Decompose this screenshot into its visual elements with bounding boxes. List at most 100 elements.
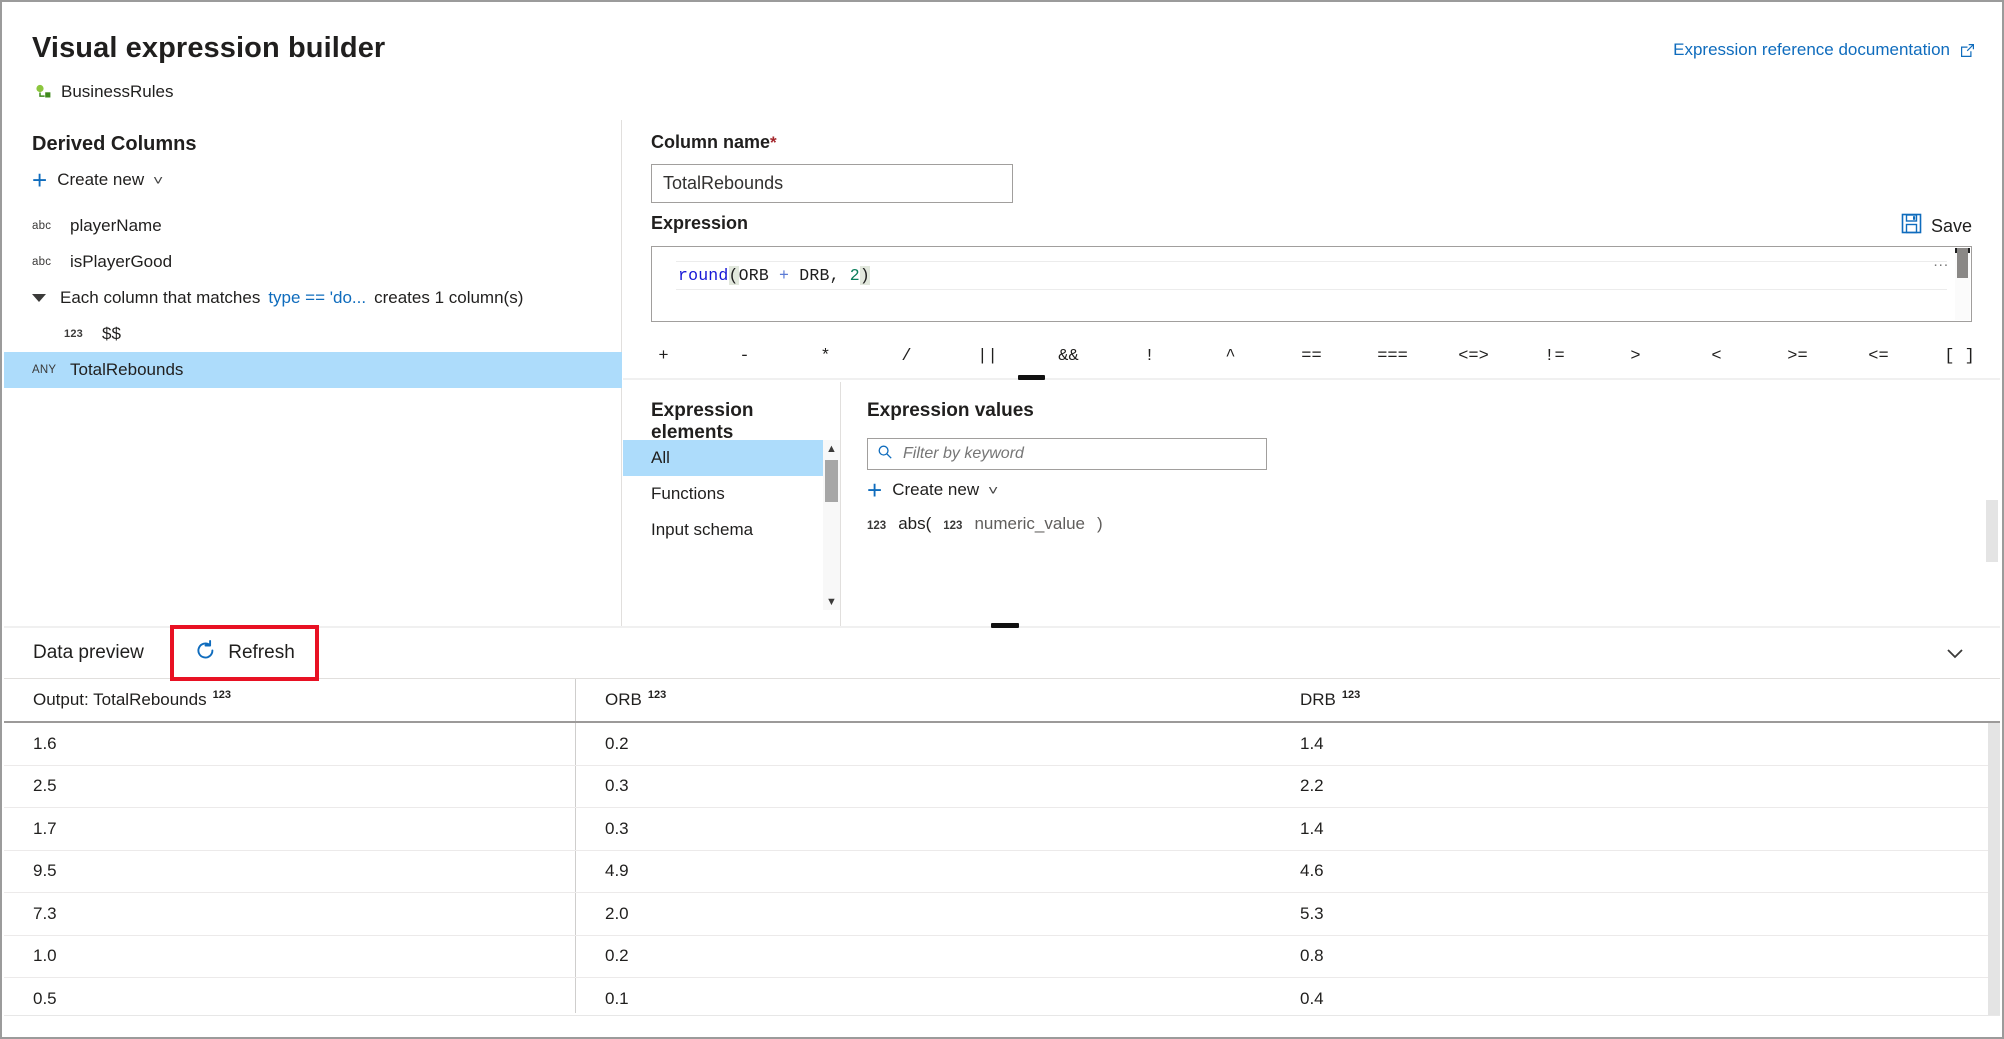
operator-not[interactable]: ! [1109, 347, 1190, 366]
scrollbar-thumb[interactable] [825, 460, 838, 502]
column-header-label: ORB [605, 690, 642, 710]
table-row[interactable]: 0.5 0.1 0.4 [4, 978, 2000, 1013]
page-title: Visual expression builder [32, 32, 385, 65]
filter-keyword-box[interactable] [867, 438, 1267, 470]
expression-element-input-schema[interactable]: Input schema [623, 512, 823, 548]
chevron-down-icon [1944, 647, 1966, 661]
editor-line-rule [676, 261, 1947, 262]
expression-value-abs[interactable]: 123 abs( 123 numeric_value ) [867, 514, 1103, 534]
element-label: Input schema [651, 520, 753, 540]
table-cell: 1.6 [4, 723, 576, 765]
data-preview-horizontal-scrollbar[interactable] [4, 1015, 2000, 1035]
expression-label: Expression [651, 213, 748, 234]
scrollbar-thumb[interactable] [1957, 248, 1968, 278]
column-item-playername[interactable]: abc playerName [4, 208, 622, 244]
derived-columns-heading: Derived Columns [32, 133, 196, 156]
doc-link-label: Expression reference documentation [1673, 40, 1950, 60]
operator-caret[interactable]: ^ [1190, 347, 1271, 366]
rule-suffix-label: creates 1 column(s) [374, 288, 523, 308]
plus-icon: + [867, 482, 882, 499]
save-button[interactable]: Save [1901, 213, 1972, 239]
column-name-label: playerName [70, 216, 162, 236]
table-cell: 0.8 [1271, 936, 2000, 978]
element-label: All [651, 448, 670, 468]
expression-element-functions[interactable]: Functions [623, 476, 823, 512]
operator-not-equals[interactable]: != [1514, 347, 1595, 366]
derived-columns-list: abc playerName abc isPlayerGood Each col… [4, 208, 622, 388]
column-header-orb[interactable]: ORB123 [576, 679, 1271, 721]
create-new-column-button[interactable]: + Create new ˅ [32, 170, 162, 190]
table-row[interactable]: 1.7 0.3 1.4 [4, 808, 2000, 851]
operator-less-than[interactable]: < [1676, 347, 1757, 366]
table-cell: 1.0 [4, 936, 576, 978]
expression-editor-scrollbar[interactable] [1955, 248, 1970, 320]
table-row[interactable]: 1.0 0.2 0.8 [4, 936, 2000, 979]
refresh-button[interactable]: Refresh [170, 625, 319, 681]
data-preview-title: Data preview [33, 642, 144, 664]
expression-values-scrollbar[interactable] [1986, 500, 1998, 562]
operator-toolbar: + - * / || && ! ^ == === <=> != > < >= <… [623, 334, 2000, 378]
value-close-paren: ) [1097, 514, 1103, 534]
data-preview-vertical-scrollbar[interactable] [1988, 723, 2000, 1023]
operator-strict-equals[interactable]: === [1352, 347, 1433, 366]
triangle-down-icon[interactable]: ▼ [823, 593, 840, 610]
column-item-totalrebounds[interactable]: ANY TotalRebounds [4, 352, 622, 388]
expression-elements-scrollbar[interactable]: ▲ ▼ [823, 440, 840, 610]
refresh-label: Refresh [228, 642, 295, 664]
operator-less-equal[interactable]: <= [1838, 347, 1919, 366]
save-disk-icon [1901, 213, 1922, 239]
column-name-label: TotalRebounds [70, 360, 183, 380]
expression-panel-resize-handle[interactable] [1018, 375, 1045, 380]
table-cell: 9.5 [4, 851, 576, 893]
operator-multiply[interactable]: * [785, 347, 866, 366]
operator-brackets[interactable]: [ ] [1919, 347, 2000, 366]
table-cell: 0.2 [576, 723, 1271, 765]
chevron-down-icon[interactable]: ˅ [988, 482, 998, 498]
create-new-value-button[interactable]: + Create new ˅ [867, 480, 997, 500]
column-item-dollar-dollar[interactable]: 123 $$ [4, 316, 622, 352]
operator-or[interactable]: || [947, 347, 1028, 366]
table-header-row: Output: TotalRebounds123 ORB123 DRB123 [4, 679, 2000, 723]
filter-keyword-input[interactable] [901, 444, 1231, 464]
table-row[interactable]: 7.3 2.0 5.3 [4, 893, 2000, 936]
table-row[interactable]: 9.5 4.9 4.6 [4, 851, 2000, 894]
table-cell: 0.2 [576, 936, 1271, 978]
operator-equals[interactable]: == [1271, 347, 1352, 366]
table-row[interactable]: 1.6 0.2 1.4 [4, 723, 2000, 766]
value-argument: numeric_value [974, 514, 1085, 534]
column-header-label: Output: TotalRebounds [33, 690, 207, 710]
stream-breadcrumb[interactable]: BusinessRules [35, 82, 173, 102]
editor-overflow-ellipsis: ... [1933, 253, 1949, 270]
column-pattern-rule-row[interactable]: Each column that matches type == 'do... … [4, 280, 622, 316]
table-cell: 2.2 [1271, 766, 2000, 808]
expression-reference-documentation-link[interactable]: Expression reference documentation [1673, 40, 1976, 60]
column-header-drb[interactable]: DRB123 [1271, 679, 2000, 721]
triangle-up-icon[interactable]: ▲ [823, 440, 840, 457]
rule-condition-label[interactable]: type == 'do... [268, 288, 366, 308]
operator-and[interactable]: && [1028, 347, 1109, 366]
operator-plus[interactable]: + [623, 347, 704, 366]
type-badge: ANY [32, 364, 70, 376]
create-new-label: Create new [892, 480, 979, 500]
code-token-open-paren: ( [729, 266, 739, 285]
operator-greater-than[interactable]: > [1595, 347, 1676, 366]
expression-elements-pane: Expression elements All Functions Input … [623, 382, 841, 626]
expression-element-all[interactable]: All [623, 440, 823, 476]
operator-greater-equal[interactable]: >= [1757, 347, 1838, 366]
table-cell: 2.0 [576, 893, 1271, 935]
column-item-isplayergood[interactable]: abc isPlayerGood [4, 244, 622, 280]
type-badge: 123 [867, 520, 886, 532]
chevron-down-icon[interactable]: ˅ [153, 172, 163, 188]
expression-values-pane: Expression values + Create new ˅ 123 abs… [842, 382, 2000, 626]
expression-elements-heading: Expression elements [651, 400, 840, 444]
triangle-down-icon[interactable] [32, 294, 46, 302]
column-name-input[interactable] [651, 164, 1013, 203]
operator-null-safe-equals[interactable]: <=> [1433, 347, 1514, 366]
plus-icon: + [32, 172, 47, 189]
data-preview-collapse-button[interactable] [1944, 647, 1966, 666]
operator-divide[interactable]: / [866, 347, 947, 366]
operator-minus[interactable]: - [704, 347, 785, 366]
expression-code-editor[interactable]: ... round(ORB + DRB, 2) [651, 246, 1972, 322]
table-row[interactable]: 2.5 0.3 2.2 [4, 766, 2000, 809]
column-header-output-totalrebounds[interactable]: Output: TotalRebounds123 [4, 679, 576, 721]
